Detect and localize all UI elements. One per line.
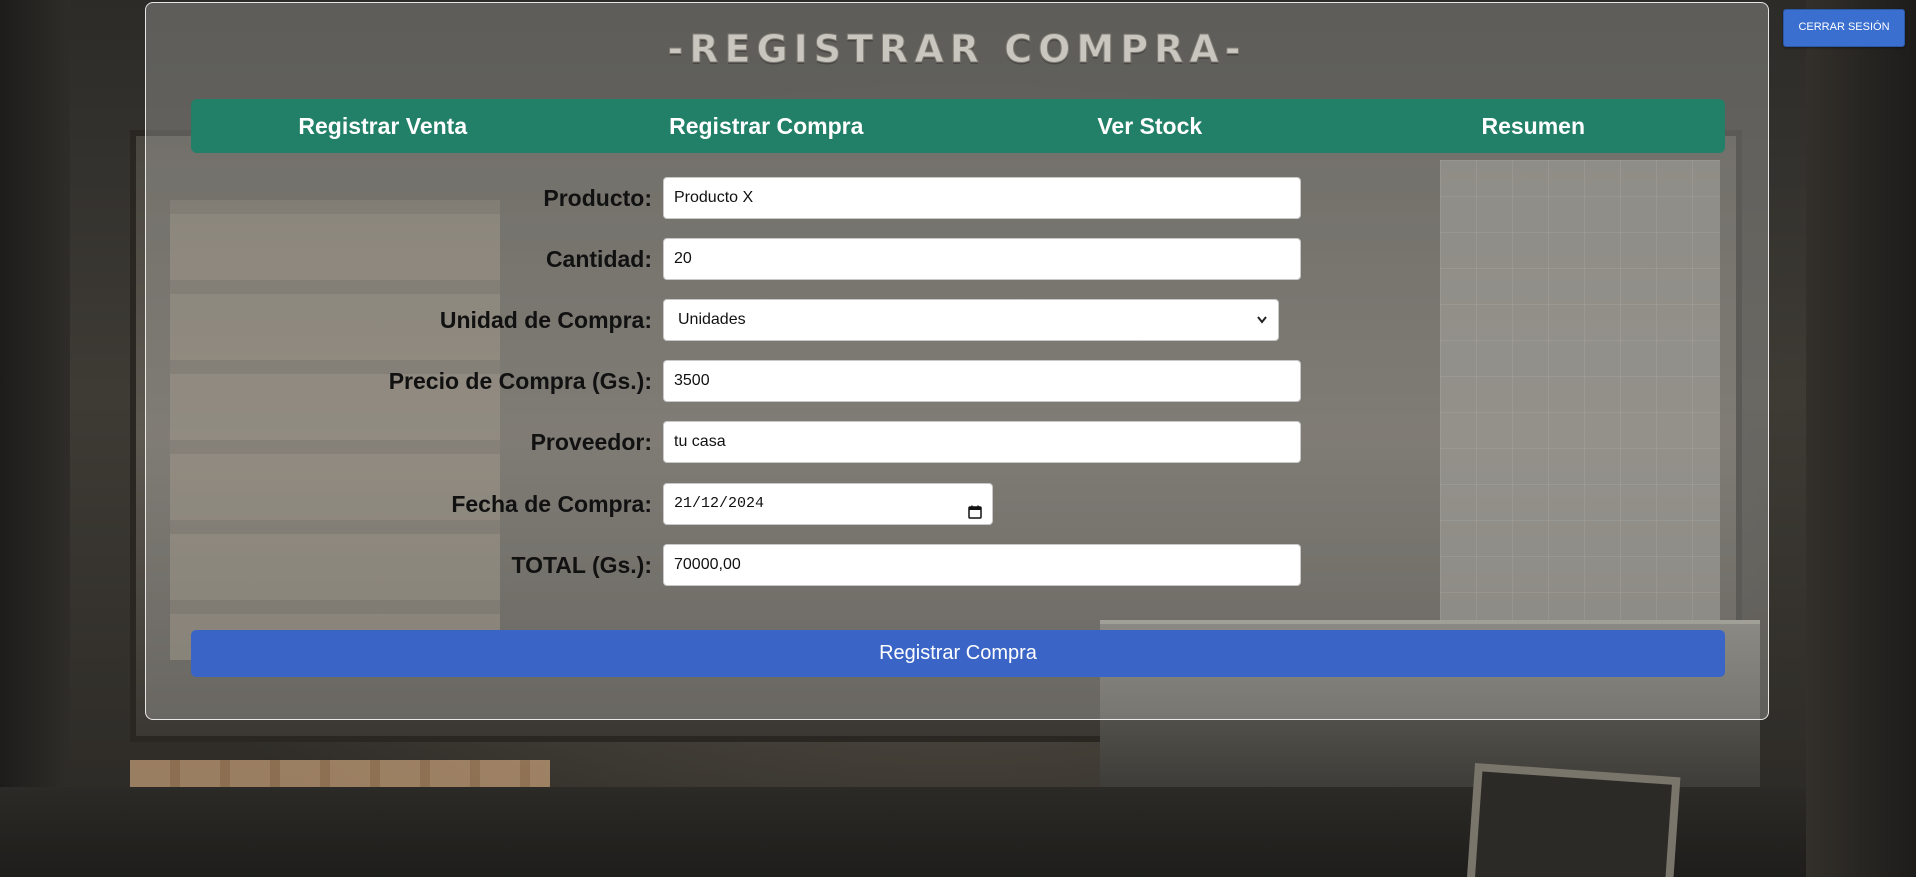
main-panel: -REGISTRAR COMPRA- Registrar Venta Regis… [145,2,1769,720]
unidad-select[interactable]: Unidades [663,299,1279,341]
producto-input[interactable]: Producto X [663,177,1301,219]
background-pillar-left [0,0,70,877]
row-cantidad: Cantidad: 20 [146,238,1768,280]
cantidad-input[interactable]: 20 [663,238,1301,280]
precio-input[interactable]: 3500 [663,360,1301,402]
producto-label: Producto: [543,185,652,211]
fecha-date-input[interactable]: 21/12/2024 [663,483,993,525]
proveedor-label: Proveedor: [530,429,652,455]
background-sign [1465,762,1681,877]
unidad-label: Unidad de Compra: [439,307,652,333]
chevron-down-icon [1256,300,1268,355]
cantidad-label: Cantidad: [545,246,652,272]
fecha-label: Fecha de Compra: [451,491,652,517]
precio-label: Precio de Compra (Gs.): [388,368,652,394]
unidad-selected-value: Unidades [678,311,746,328]
row-total: TOTAL (Gs.): 70000,00 [146,544,1768,586]
row-precio: Precio de Compra (Gs.): 3500 [146,360,1768,402]
row-fecha: Fecha de Compra: 21/12/2024 [146,483,1768,525]
proveedor-input[interactable]: tu casa [663,421,1301,463]
background-pillar-right [1806,0,1916,877]
total-input[interactable]: 70000,00 [663,544,1301,586]
registrar-compra-button[interactable]: Registrar Compra [191,630,1725,677]
logout-button[interactable]: CERRAR SESIÓN [1783,9,1905,47]
purchase-form: Producto: Producto X Cantidad: 20 Unidad… [146,3,1768,719]
row-producto: Producto: Producto X [146,177,1768,219]
total-label: TOTAL (Gs.): [511,552,652,578]
row-unidad: Unidad de Compra: Unidades [146,299,1768,341]
calendar-icon[interactable] [968,496,982,519]
fecha-value: 21/12/2024 [674,495,765,512]
row-proveedor: Proveedor: tu casa [146,421,1768,463]
